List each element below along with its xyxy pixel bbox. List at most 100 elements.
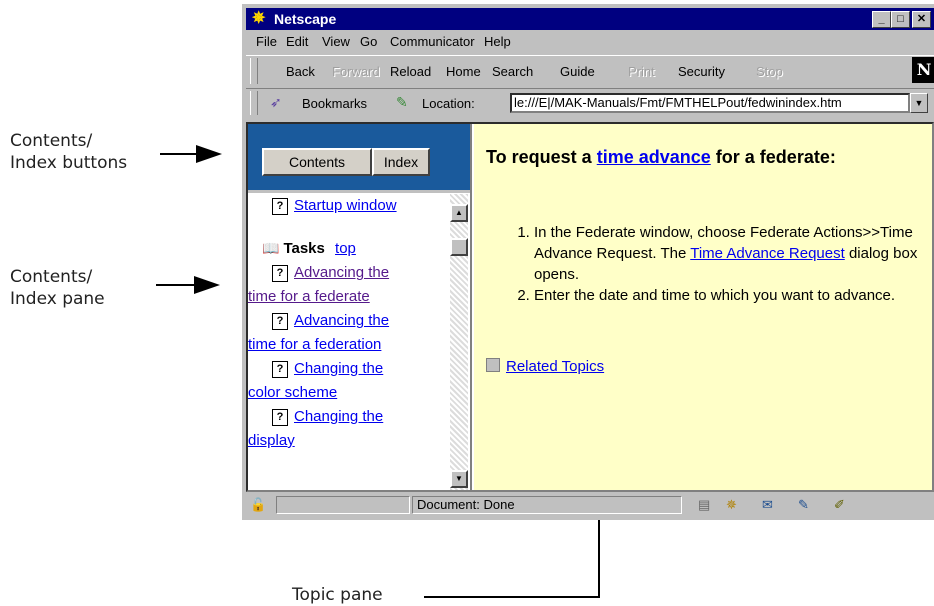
bookmarks-icon: ➶ bbox=[270, 94, 282, 110]
help-page-icon: ? bbox=[272, 265, 288, 282]
progress-panel bbox=[276, 496, 410, 514]
lock-icon[interactable]: 🔓 bbox=[250, 497, 266, 513]
book-icon: 📖 bbox=[262, 240, 280, 256]
list-item: ? Advancing the time for a federation bbox=[248, 309, 448, 357]
color-scheme-link-line2[interactable]: color scheme bbox=[248, 384, 337, 401]
related-topics-icon bbox=[486, 358, 500, 372]
menu-go[interactable]: Go bbox=[360, 31, 377, 53]
navigator-icon[interactable]: ✵ bbox=[726, 497, 737, 513]
back-button[interactable]: Back bbox=[286, 64, 315, 79]
netscape-logo[interactable]: N bbox=[912, 57, 934, 83]
contents-tree: ? Startup window 📖 Tasks top ? Advancing th… bbox=[248, 194, 448, 490]
location-input[interactable]: le:///E|/MAK-Manuals/Fmt/FMTHELPout/fedw… bbox=[510, 93, 910, 113]
list-item: In the Federate window, choose Federate … bbox=[534, 222, 934, 285]
steps-list: In the Federate window, choose Federate … bbox=[504, 222, 934, 306]
stop-button[interactable]: Stop bbox=[756, 64, 783, 79]
netscape-app-icon: ✵ bbox=[252, 10, 266, 27]
callout-arrowhead bbox=[196, 145, 222, 163]
index-button[interactable]: Index bbox=[372, 148, 430, 176]
callout-line: Contents/ bbox=[10, 267, 93, 287]
list-item: ? Startup window bbox=[248, 194, 448, 218]
help-page-icon: ? bbox=[272, 313, 288, 330]
maximize-button[interactable]: □ bbox=[891, 11, 910, 28]
menu-view[interactable]: View bbox=[322, 31, 350, 53]
time-advance-request-link[interactable]: Time Advance Request bbox=[690, 245, 845, 262]
discussions-icon[interactable]: ✎ bbox=[798, 497, 809, 513]
callout-line: Index buttons bbox=[10, 153, 128, 173]
callout-index-buttons: Contents/ Index buttons bbox=[10, 130, 127, 174]
composer-icon[interactable]: ✐ bbox=[834, 497, 845, 513]
tasks-heading: Tasks bbox=[283, 240, 325, 257]
guide-button[interactable]: Guide bbox=[560, 64, 595, 79]
callout-arrow bbox=[160, 153, 200, 155]
topic-pane: To request a time advance for a federate… bbox=[474, 124, 932, 490]
contents-index-buttons: Contents Index bbox=[248, 124, 470, 193]
menu-communicator[interactable]: Communicator bbox=[390, 31, 475, 53]
window-title: Netscape bbox=[274, 11, 337, 27]
scroll-thumb[interactable] bbox=[450, 238, 468, 256]
time-advance-link[interactable]: time advance bbox=[597, 147, 711, 167]
list-item: ? Changing the display bbox=[248, 405, 448, 453]
topic-title: To request a time advance for a federate… bbox=[486, 144, 906, 170]
navigation-toolbar: Back Forward Reload Home Search Guide Pr… bbox=[246, 55, 934, 89]
callout-arrow bbox=[424, 596, 600, 598]
advancing-federate-link[interactable]: Advancing the bbox=[294, 264, 389, 281]
location-label: Location: bbox=[422, 96, 475, 111]
list-item: 📖 Tasks top bbox=[248, 236, 448, 261]
list-item: ? Advancing the time for a federate bbox=[248, 261, 448, 309]
callout-arrow bbox=[156, 284, 196, 286]
location-toolbar: N ➶ Bookmarks ✎ Location: le:///E|/MAK-M… bbox=[246, 57, 934, 119]
display-link[interactable]: Changing the bbox=[294, 408, 383, 425]
location-dropdown-button[interactable]: ▼ bbox=[910, 93, 928, 113]
home-button[interactable]: Home bbox=[446, 64, 481, 79]
menu-edit[interactable]: Edit bbox=[286, 31, 308, 53]
status-text: Document: Done bbox=[412, 496, 682, 514]
security-button[interactable]: Security bbox=[678, 64, 725, 79]
content-area: Contents Index ? Startup window 📖 Tasks to… bbox=[246, 122, 934, 492]
menu-help[interactable]: Help bbox=[484, 31, 511, 53]
close-button[interactable]: ✕ bbox=[912, 11, 931, 28]
search-button[interactable]: Search bbox=[492, 64, 533, 79]
advancing-federate-link-line2[interactable]: time for a federate bbox=[248, 288, 370, 305]
advancing-federation-link-line2[interactable]: time for a federation bbox=[248, 336, 381, 353]
help-page-icon: ? bbox=[272, 409, 288, 426]
display-link-line2[interactable]: display bbox=[248, 432, 295, 449]
topic-title-text: To request a bbox=[486, 147, 592, 167]
related-topics: Related Topics bbox=[486, 358, 604, 375]
toolbar-grip[interactable] bbox=[250, 58, 258, 84]
related-topics-link[interactable]: Related Topics bbox=[506, 358, 604, 375]
callout-arrowhead bbox=[194, 276, 220, 294]
topic-title-text: for a federate: bbox=[715, 147, 836, 167]
advancing-federation-link[interactable]: Advancing the bbox=[294, 312, 389, 329]
callout-line: Contents/ bbox=[10, 131, 93, 151]
forward-button[interactable]: Forward bbox=[332, 64, 380, 79]
print-button[interactable]: Print bbox=[628, 64, 655, 79]
list-item: Enter the date and time to which you wan… bbox=[534, 285, 934, 306]
title-bar: ✵ Netscape _ □ ✕ bbox=[246, 8, 934, 30]
bookmarks-button[interactable]: Bookmarks bbox=[302, 96, 367, 111]
top-link[interactable]: top bbox=[335, 240, 356, 257]
status-bar: 🔓 Document: Done ▤ ✵ ✉ ✎ ✐ bbox=[246, 494, 934, 516]
reload-button[interactable]: Reload bbox=[390, 64, 431, 79]
location-icon: ✎ bbox=[396, 94, 408, 110]
color-scheme-link[interactable]: Changing the bbox=[294, 360, 383, 377]
browser-window: ✵ Netscape _ □ ✕ File Edit View Go Commu… bbox=[242, 4, 934, 520]
help-page-icon: ? bbox=[272, 198, 288, 215]
callout-line: Index pane bbox=[10, 289, 105, 309]
callout-topic-pane: Topic pane bbox=[292, 585, 383, 605]
list-item: ? Changing the color scheme bbox=[248, 357, 448, 405]
contents-button[interactable]: Contents bbox=[262, 148, 372, 176]
callout-index-pane: Contents/ Index pane bbox=[10, 266, 105, 310]
help-page-icon: ? bbox=[272, 361, 288, 378]
minimize-button[interactable]: _ bbox=[872, 11, 891, 28]
scroll-down-button[interactable]: ▼ bbox=[450, 470, 468, 488]
scroll-up-button[interactable]: ▲ bbox=[450, 204, 468, 222]
startup-window-link[interactable]: Startup window bbox=[294, 197, 397, 214]
mailbox-icon[interactable]: ✉ bbox=[762, 497, 773, 513]
menu-file[interactable]: File bbox=[256, 31, 277, 53]
contents-index-pane: Contents Index ? Startup window 📖 Tasks to… bbox=[248, 124, 472, 490]
toolbar-grip[interactable] bbox=[250, 91, 258, 115]
menu-bar: File Edit View Go Communicator Help bbox=[246, 31, 934, 53]
contents-scrollbar[interactable]: ▲ ▼ bbox=[450, 194, 468, 490]
component-bar-grip-icon: ▤ bbox=[698, 497, 711, 512]
